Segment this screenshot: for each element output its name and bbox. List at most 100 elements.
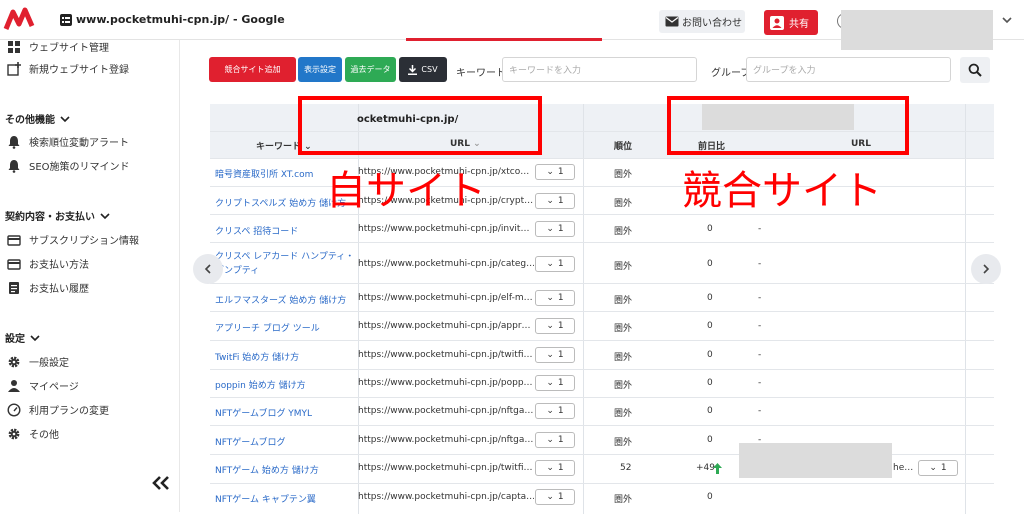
url-version-dropdown[interactable]: ⌄ 1: [535, 460, 575, 476]
sidebar-item-website-management[interactable]: ウェブサイト管理: [7, 39, 109, 54]
scroll-left-button[interactable]: [193, 254, 223, 284]
prev-day-cell: 0: [707, 293, 713, 303]
chevron-down-icon[interactable]: [1002, 15, 1012, 25]
display-settings-button[interactable]: 表示設定: [298, 57, 342, 82]
keyword-link[interactable]: クリスペ レアカード ハンプティ・ダンプティ: [215, 250, 357, 278]
url-version-dropdown[interactable]: ⌄ 1: [535, 489, 575, 505]
sidebar-item-payment-history[interactable]: お支払い履歴: [7, 280, 89, 295]
scroll-right-button[interactable]: [971, 254, 1001, 284]
contact-button[interactable]: お問い合わせ: [659, 10, 745, 33]
prev-day-cell: 0: [707, 406, 713, 416]
competitor-url-fragment[interactable]: he…: [893, 463, 913, 473]
url-version-dropdown[interactable]: ⌄ 1: [535, 318, 575, 334]
ranking-url[interactable]: https://www.pocketmuhi-cpn.jp/twitfi…: [358, 463, 534, 473]
url-version-dropdown[interactable]: ⌄ 1: [535, 193, 575, 209]
past-data-button[interactable]: 過去データ: [345, 57, 396, 82]
prev-day-cell: 0: [707, 378, 713, 388]
csv-button[interactable]: CSV: [399, 57, 447, 82]
card-icon: [7, 234, 21, 246]
ranking-url[interactable]: https://www.pocketmuhi-cpn.jp/invit…: [358, 224, 534, 234]
competitor-dash: -: [758, 293, 762, 303]
url-version-dropdown[interactable]: ⌄ 1: [535, 432, 575, 448]
keyword-link[interactable]: クリスペ 招待コード: [215, 224, 298, 237]
ranking-url[interactable]: https://www.pocketmuhi-cpn.jp/appr…: [358, 321, 534, 331]
sidebar-item-label: 一般設定: [29, 358, 69, 369]
sidebar-item-mypage[interactable]: マイページ: [7, 378, 79, 393]
add-competitor-button[interactable]: 競合サイト追加: [209, 57, 296, 82]
sidebar-item-new-website[interactable]: 新規ウェブサイト登録: [7, 61, 129, 76]
rank-cell: 圏外: [614, 353, 633, 363]
version-value: 1: [557, 321, 564, 331]
share-button[interactable]: 共有: [764, 10, 818, 35]
sidebar-item-other[interactable]: その他: [7, 426, 59, 441]
competitor-highlight-box: [667, 96, 909, 155]
gear-icon: [8, 356, 20, 367]
sidebar-section-contract[interactable]: 契約内容・お支払い: [5, 208, 110, 223]
group-label: グループ: [711, 68, 751, 79]
sidebar-item-rank-alert[interactable]: 検索順位変動アラート: [7, 134, 129, 149]
keyword-link[interactable]: NFTゲーム 始め方 儲け方: [215, 463, 319, 476]
sidebar-section-settings[interactable]: 設定: [5, 330, 40, 345]
rank-cell: 52: [620, 463, 632, 473]
url-version-dropdown[interactable]: ⌄ 1: [535, 221, 575, 237]
sidebar-item-payment-method[interactable]: お支払い方法: [7, 256, 89, 271]
url-version-dropdown[interactable]: ⌄ 1: [535, 164, 575, 180]
chevron-down-icon: ⌄: [929, 463, 937, 473]
sidebar-item-plan-change[interactable]: 利用プランの変更: [7, 402, 109, 417]
contact-label: お問い合わせ: [682, 18, 742, 29]
url-version-dropdown[interactable]: ⌄ 1: [535, 290, 575, 306]
keyword-link[interactable]: poppin 始め方 儲け方: [215, 378, 306, 391]
competitor-version-dropdown[interactable]: ⌄ 1: [918, 460, 958, 476]
row-divider: [210, 369, 994, 370]
keyword-link[interactable]: エルフマスターズ 始め方 儲け方: [215, 293, 346, 306]
competitor-dash: -: [758, 259, 762, 269]
ranking-url[interactable]: https://www.pocketmuhi-cpn.jp/twitfi…: [358, 350, 534, 360]
prev-day-cell: 0: [707, 259, 713, 269]
url-version-dropdown[interactable]: ⌄ 1: [535, 256, 575, 272]
keyword-link[interactable]: 暗号資産取引所 XT.com: [215, 167, 313, 180]
competitor-dash: -: [758, 321, 762, 331]
url-version-dropdown[interactable]: ⌄ 1: [535, 403, 575, 419]
keyword-link[interactable]: NFTゲーム キャプテン翼: [215, 492, 316, 505]
app-logo-icon[interactable]: [3, 4, 35, 36]
site-list-icon: [60, 14, 72, 26]
version-value: 1: [940, 463, 947, 473]
chevron-down-icon: ⌄: [546, 492, 554, 502]
group-input[interactable]: グループを入力: [746, 57, 951, 82]
rank-column-header[interactable]: 順位: [614, 139, 632, 152]
keyword-input[interactable]: キーワードを入力: [502, 57, 697, 82]
sidebar-item-label: お支払い方法: [29, 260, 89, 271]
ranking-url[interactable]: https://www.pocketmuhi-cpn.jp/capta…: [358, 492, 534, 502]
chevron-down-icon: ⌄: [546, 259, 554, 269]
grid-icon: [8, 40, 20, 53]
sidebar-section-other[interactable]: その他機能: [5, 111, 70, 126]
url-version-dropdown[interactable]: ⌄ 1: [535, 375, 575, 391]
prev-day-cell: 0: [707, 435, 713, 445]
keyword-link[interactable]: TwitFi 始め方 儲け方: [215, 350, 299, 363]
url-version-dropdown[interactable]: ⌄ 1: [535, 347, 575, 363]
sidebar-item-general-settings[interactable]: 一般設定: [7, 354, 69, 369]
keyword-link[interactable]: NFTゲームブログ: [215, 435, 285, 448]
sidebar-item-seo-reminder[interactable]: SEO施策のリマインド: [7, 158, 130, 173]
ranking-url[interactable]: https://www.pocketmuhi-cpn.jp/nftga…: [358, 406, 534, 416]
competitor-dash: -: [758, 224, 762, 234]
row-divider: [210, 311, 994, 312]
version-value: 1: [557, 224, 564, 234]
chevron-down-icon: ⌄: [546, 167, 554, 177]
version-value: 1: [557, 167, 564, 177]
chevron-down-icon: ⌄: [546, 321, 554, 331]
placeholder: キーワードを入力: [509, 66, 582, 76]
ranking-url[interactable]: https://www.pocketmuhi-cpn.jp/categ…: [358, 259, 534, 269]
ranking-url[interactable]: https://www.pocketmuhi-cpn.jp/elf-m…: [358, 293, 534, 303]
collapse-sidebar-icon[interactable]: [151, 476, 171, 490]
version-value: 1: [557, 406, 564, 416]
ranking-url[interactable]: https://www.pocketmuhi-cpn.jp/popp…: [358, 378, 534, 388]
rank-cell: 圏外: [614, 170, 633, 180]
keyword-link[interactable]: NFTゲームブログ YMYL: [215, 406, 312, 419]
keyword-link[interactable]: アプリーチ ブログ ツール: [215, 321, 320, 334]
search-button[interactable]: [960, 57, 990, 83]
up-arrow-icon: [713, 463, 722, 474]
sidebar-item-subscription[interactable]: サブスクリプション情報: [7, 232, 139, 247]
version-value: 1: [557, 259, 564, 269]
ranking-url[interactable]: https://www.pocketmuhi-cpn.jp/nftga…: [358, 435, 534, 445]
